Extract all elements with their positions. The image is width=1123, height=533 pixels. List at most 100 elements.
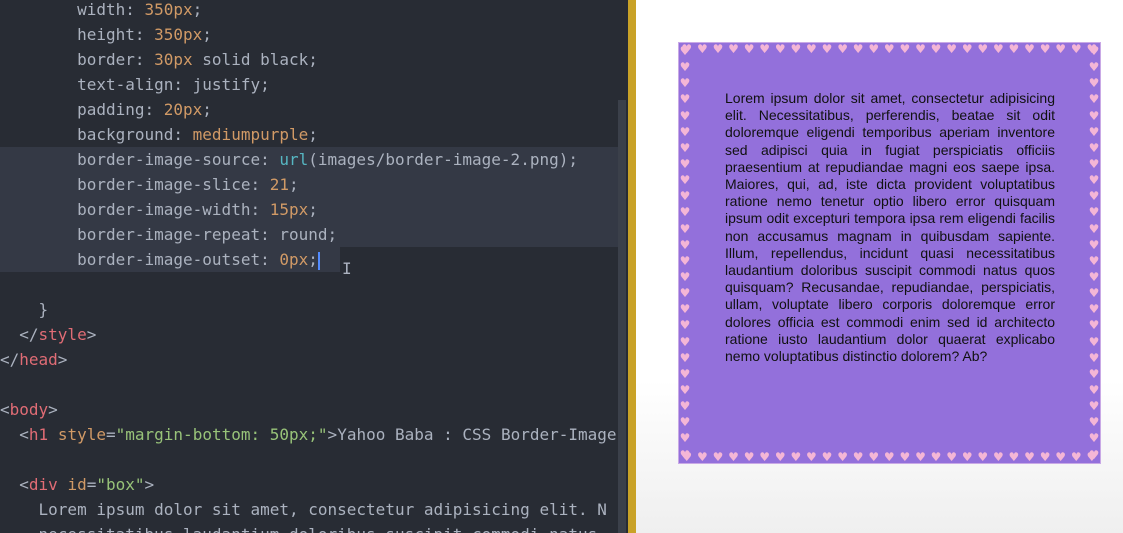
h1-attr-value: "margin-bottom: 50px;"	[115, 425, 328, 444]
heart-icon: ♥	[790, 43, 802, 55]
heart-icon: ♥	[1088, 124, 1100, 139]
css-declaration: text-align: justify;	[77, 75, 270, 94]
content-text: necessitatibus laudantium doloribus susc…	[39, 525, 598, 533]
heart-icon: ♥	[1088, 92, 1100, 107]
code-line: }	[0, 297, 49, 322]
heart-icon: ♥	[1088, 157, 1100, 172]
heart-icon: ♥	[679, 173, 691, 188]
div-attr: id	[67, 475, 87, 494]
css-property: height	[77, 25, 135, 44]
close-brace: }	[38, 300, 49, 319]
heart-icon: ♥	[728, 43, 739, 55]
heart-icon: ♥	[1088, 286, 1100, 301]
heart-icon: ♥	[1088, 221, 1100, 236]
heart-icon: ♥	[774, 451, 786, 463]
heart-icon: ♥	[1055, 43, 1067, 55]
css-declaration: border-image-slice: 21;	[77, 175, 299, 194]
css-property: border-image-slice	[77, 175, 251, 194]
h1-text: Yahoo Baba : CSS Border-Image	[337, 425, 617, 444]
css-value: 15px	[269, 200, 309, 219]
heart-icon: ♥	[1088, 253, 1100, 268]
heart-icon: ♥	[1088, 415, 1100, 430]
css-value: 30px	[154, 50, 193, 69]
heart-icon: ♥	[1070, 43, 1082, 55]
heart-icon: ♥	[1088, 189, 1100, 204]
heart-icon: ♥	[679, 366, 691, 381]
heart-icon: ♥	[679, 237, 691, 252]
heart-icon: ♥	[883, 43, 895, 55]
heart-icon: ♥	[961, 43, 973, 55]
div-attr-value: "box"	[96, 475, 145, 494]
css-property: border-image-outset	[77, 250, 261, 269]
code-editor[interactable]: width: 350px; height: 350px; border: 30p…	[0, 0, 628, 533]
code-line: Lorem ipsum dolor sit amet, consectetur …	[0, 497, 607, 522]
h1-tag: h1	[28, 425, 49, 444]
heart-icon: ♥	[679, 108, 691, 123]
heart-icon: ♥	[712, 451, 724, 463]
heart-border-right: ♥ ♥ ♥ ♥ ♥ ♥ ♥ ♥ ♥ ♥ ♥ ♥ ♥ ♥ ♥ ♥ ♥ ♥ ♥ ♥ ♥ ♥ ♥ ♥ ♥ ♥	[1088, 43, 1100, 463]
heart-icon: ♥	[1088, 173, 1100, 188]
heart-border-top: ♥ ♥ ♥ ♥ ♥ ♥ ♥ ♥ ♥ ♥ ♥ ♥ ♥ ♥ ♥ ♥ ♥ ♥ ♥ ♥ ♥ ♥ ♥ ♥ ♥ ♥ ♥	[679, 43, 1100, 55]
css-declaration: border-image-repeat: round;	[77, 225, 338, 244]
css-property: border-image-repeat	[77, 225, 261, 244]
css-property: border	[77, 50, 135, 69]
heart-border-bottom: ♥ ♥ ♥ ♥ ♥ ♥ ♥ ♥ ♥ ♥ ♥ ♥ ♥ ♥ ♥ ♥ ♥ ♥ ♥ ♥ ♥ ♥ ♥ ♥ ♥ ♥ ♥	[679, 451, 1100, 463]
css-declaration: border-image-outset: 0px;	[77, 250, 320, 270]
heart-icon: ♥	[759, 43, 771, 55]
heart-icon: ♥	[961, 451, 973, 463]
heart-icon: ♥	[1024, 43, 1035, 55]
heart-icon: ♥	[1088, 447, 1100, 462]
heart-icon: ♥	[790, 451, 802, 463]
heart-icon: ♥	[696, 43, 708, 55]
heart-icon: ♥	[679, 189, 691, 204]
heart-icon: ♥	[915, 451, 926, 463]
code-line: <h1 style="margin-bottom: 50px;">Yahoo B…	[19, 425, 617, 444]
heart-icon: ♥	[1088, 383, 1100, 398]
heart-icon: ♥	[743, 43, 755, 55]
heart-icon: ♥	[1070, 451, 1082, 463]
css-value: round	[279, 225, 328, 244]
text-cursor-icon: I	[342, 259, 352, 278]
code-line: </style>	[19, 325, 97, 344]
heart-icon: ♥	[679, 140, 691, 155]
heart-icon: ♥	[946, 43, 957, 55]
css-declaration: border: 30px solid black;	[77, 50, 318, 69]
heart-icon: ♥	[1008, 451, 1020, 463]
heart-icon: ♥	[1039, 451, 1051, 463]
heart-icon: ♥	[1088, 318, 1100, 333]
heart-icon: ♥	[679, 221, 691, 236]
heart-border-left: ♥ ♥ ♥ ♥ ♥ ♥ ♥ ♥ ♥ ♥ ♥ ♥ ♥ ♥ ♥ ♥ ♥ ♥ ♥ ♥ ♥ ♥ ♥ ♥ ♥ ♥	[679, 43, 691, 463]
pane-divider[interactable]	[628, 0, 636, 533]
heart-icon: ♥	[679, 124, 691, 139]
heart-icon: ♥	[806, 43, 817, 55]
heart-icon: ♥	[977, 43, 989, 55]
heart-icon: ♥	[679, 447, 691, 462]
heart-icon: ♥	[679, 92, 691, 107]
heart-icon: ♥	[837, 451, 848, 463]
heart-icon: ♥	[1055, 451, 1067, 463]
css-value: mediumpurple	[192, 125, 309, 144]
heart-icon: ♥	[1088, 76, 1100, 91]
heart-icon: ♥	[1088, 399, 1100, 414]
heart-icon: ♥	[679, 60, 691, 75]
css-property: background	[77, 125, 174, 144]
css-property: text-align	[77, 75, 174, 94]
css-value: 350px	[154, 25, 203, 44]
css-declaration: border-image-source: url(images/border-i…	[77, 150, 578, 169]
code-line: </head>	[0, 350, 68, 369]
heart-icon: ♥	[679, 286, 691, 301]
heart-icon: ♥	[1088, 350, 1100, 365]
heart-icon: ♥	[679, 431, 691, 446]
heart-icon: ♥	[1039, 43, 1051, 55]
heart-icon: ♥	[679, 44, 691, 59]
heart-icon: ♥	[868, 43, 880, 55]
heart-icon: ♥	[992, 43, 1004, 55]
heart-icon: ♥	[930, 451, 942, 463]
h1-attr: style	[57, 425, 106, 444]
css-function: url	[279, 150, 309, 169]
editor-scrollbar[interactable]	[618, 100, 626, 533]
border-image-box: ♥ ♥ ♥ ♥ ♥ ♥ ♥ ♥ ♥ ♥ ♥ ♥ ♥ ♥ ♥ ♥ ♥ ♥ ♥ ♥ ♥ ♥ ♥ ♥ ♥ ♥ ♥ ♥ ♥ ♥ ♥ ♥ ♥ ♥ ♥ ♥ ♥ ♥ ♥…	[678, 42, 1101, 464]
heart-icon: ♥	[679, 270, 691, 285]
heart-icon: ♥	[1088, 302, 1100, 317]
css-property: border-image-width	[77, 200, 251, 219]
